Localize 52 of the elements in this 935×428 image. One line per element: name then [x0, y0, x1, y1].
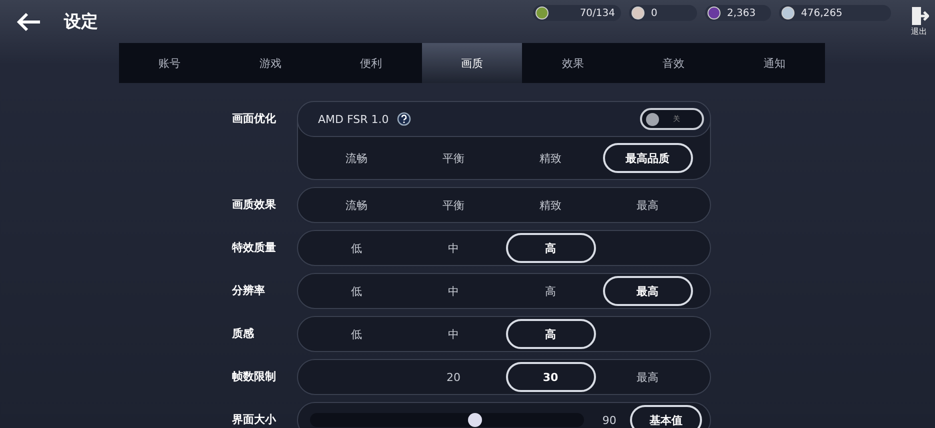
- option-button[interactable]: 精致: [506, 190, 596, 220]
- option-button[interactable]: 流畅: [312, 143, 402, 173]
- setting-label: 特效质量: [232, 240, 277, 255]
- setting-label: 分辨率: [232, 283, 266, 298]
- option-button[interactable]: 低: [312, 319, 402, 349]
- option-button[interactable]: 30: [506, 362, 596, 392]
- option-button[interactable]: 最高品质: [602, 143, 692, 173]
- option-button[interactable]: 最高: [602, 362, 692, 392]
- option-button[interactable]: 平衡: [408, 190, 498, 220]
- settings-tab[interactable]: 账号: [119, 43, 220, 83]
- currency-icon: [707, 6, 721, 20]
- settings-tab[interactable]: 音效: [623, 43, 724, 83]
- option-button[interactable]: 中: [408, 276, 498, 306]
- option-button[interactable]: 20: [408, 362, 498, 392]
- option-button[interactable]: 高: [506, 233, 596, 263]
- help-icon[interactable]: [396, 112, 411, 126]
- settings-tab[interactable]: 通知: [724, 43, 826, 83]
- exit-button[interactable]: 退出: [909, 6, 929, 37]
- currency-icon: [631, 6, 645, 20]
- setting-label: 质感: [232, 326, 255, 341]
- back-arrow-icon[interactable]: [16, 12, 42, 32]
- exit-door-icon: [909, 6, 929, 26]
- option-button[interactable]: 中: [408, 319, 498, 349]
- option-button[interactable]: 低: [312, 233, 402, 263]
- resource-counter: 476,265: [779, 5, 891, 21]
- setting-label: 界面大小: [232, 412, 277, 427]
- resource-counter: 0: [629, 5, 697, 21]
- setting-label: 帧数限制: [232, 369, 277, 384]
- settings-tab[interactable]: 效果: [522, 43, 624, 83]
- settings-tab[interactable]: 便利: [320, 43, 422, 83]
- option-button[interactable]: 最高: [602, 190, 692, 220]
- option-button[interactable]: 中: [408, 233, 498, 263]
- option-button[interactable]: 高: [506, 319, 596, 349]
- currency-icon: [535, 6, 549, 20]
- setting-label: 画质效果: [232, 197, 277, 212]
- settings-tab[interactable]: 画质: [422, 43, 522, 83]
- option-button[interactable]: 平衡: [408, 143, 498, 173]
- slider-thumb[interactable]: [468, 413, 482, 427]
- settings-tab[interactable]: 游戏: [220, 43, 321, 83]
- option-button[interactable]: 低: [312, 276, 402, 306]
- currency-icon: [781, 6, 795, 20]
- option-button[interactable]: 高: [506, 276, 596, 306]
- resource-counter: 2,363: [705, 5, 771, 21]
- reset-button[interactable]: 基本值: [630, 405, 702, 428]
- feature-name: AMD FSR 1.0: [318, 112, 389, 126]
- setting-label: 画面优化: [232, 111, 277, 126]
- option-button[interactable]: 流畅: [312, 190, 402, 220]
- option-button[interactable]: 精致: [506, 143, 596, 173]
- resource-counter: 70/134: [533, 5, 621, 21]
- slider-value: 90: [602, 414, 616, 426]
- option-button[interactable]: 最高: [602, 276, 692, 306]
- page-title: 设定: [64, 11, 98, 33]
